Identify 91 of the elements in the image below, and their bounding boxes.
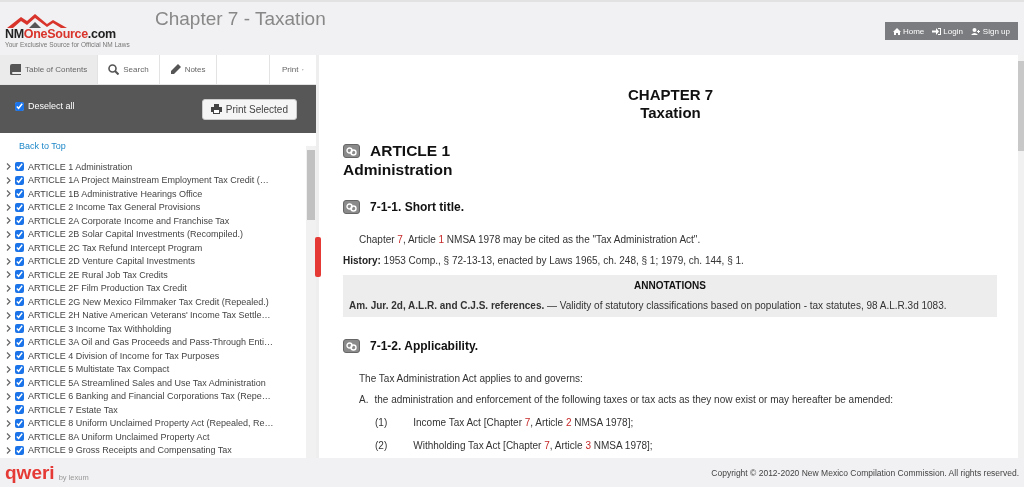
reference-link[interactable]: 7 bbox=[544, 440, 550, 451]
article-link[interactable]: ARTICLE 9 Gross Receipts and Compensating Tax bbox=[28, 445, 232, 456]
section-heading: 7-1-1. Short title. bbox=[370, 200, 464, 214]
select-all-checkbox[interactable] bbox=[15, 101, 24, 111]
article-link[interactable]: ARTICLE 2F Film Production Tax Credit bbox=[28, 283, 187, 294]
article-subtitle: Administration bbox=[343, 161, 454, 179]
chapter-title: Taxation bbox=[639, 104, 702, 122]
logo-wordmark[interactable]: NMOneSource.com bbox=[5, 27, 155, 41]
home-icon bbox=[892, 27, 901, 35]
article-checkbox[interactable] bbox=[15, 256, 24, 266]
page-title: Chapter 7 - Taxation bbox=[155, 7, 326, 30]
article-checkbox[interactable] bbox=[15, 405, 24, 415]
article-checkbox[interactable] bbox=[15, 175, 24, 185]
article-checkbox[interactable] bbox=[15, 189, 24, 199]
article-checkbox[interactable] bbox=[15, 216, 24, 226]
article-checkbox[interactable] bbox=[15, 229, 24, 239]
article-checkbox[interactable] bbox=[15, 243, 24, 253]
reference-link[interactable]: 7 bbox=[397, 234, 403, 245]
sidebar-tab[interactable]: Table of Contents bbox=[0, 55, 99, 84]
article-checkbox[interactable] bbox=[15, 337, 24, 347]
paragraph: Chapter 7, Article 1 NMSA 1978 may be cited as the "Tax Administration Act". bbox=[359, 234, 702, 245]
article-checkbox[interactable] bbox=[15, 202, 24, 212]
history-note: History: 1953 Comp., § 72-13-13, enacted by Laws 1965, ch. 248, § 1; 1979, ch. 144, § 1. bbox=[343, 255, 745, 266]
article-link[interactable]: ARTICLE 4 Division of Income for Tax Purposes bbox=[28, 350, 220, 361]
search-icon bbox=[108, 64, 120, 75]
link-icon[interactable] bbox=[343, 339, 360, 353]
list-marker: A. bbox=[359, 394, 369, 405]
list-item-text: Income Tax Act [Chapter 7, Article 2 NMSA 1978]; bbox=[413, 417, 634, 428]
qweri-logo[interactable]: qweri bbox=[5, 463, 55, 482]
article-link[interactable]: ARTICLE 2H Native American Veterans' Income Tax Settle… bbox=[28, 310, 271, 321]
article-link[interactable]: ARTICLE 8A Uniform Unclaimed Property Act bbox=[28, 431, 210, 442]
article-checkbox[interactable] bbox=[15, 324, 24, 334]
article-checkbox[interactable] bbox=[15, 283, 24, 293]
article-link[interactable]: ARTICLE 5 Multistate Tax Compact bbox=[28, 364, 170, 375]
section-heading: 7-1-2. Applicability. bbox=[370, 339, 479, 353]
print-selected-button[interactable]: Print Selected bbox=[201, 98, 297, 120]
paragraph: The Tax Administration Act applies to and governs: bbox=[359, 373, 584, 384]
list-item-text: Withholding Tax Act [Chapter 7, Article 3 NMSA 1978]; bbox=[413, 440, 653, 451]
add-user-icon bbox=[970, 27, 981, 35]
article-checkbox[interactable] bbox=[15, 364, 24, 374]
article-link[interactable]: ARTICLE 7 Estate Tax bbox=[28, 404, 118, 415]
article-link[interactable]: ARTICLE 2C Tax Refund Intercept Program bbox=[28, 242, 203, 253]
nav-link[interactable]: Sign up bbox=[970, 26, 1010, 36]
article-checkbox[interactable] bbox=[15, 351, 24, 361]
article-link[interactable]: ARTICLE 1 Administration bbox=[28, 161, 133, 172]
article-link[interactable]: ARTICLE 2A Corporate Income and Franchise Tax bbox=[28, 215, 230, 226]
link-icon[interactable] bbox=[343, 144, 360, 158]
article-link[interactable]: ARTICLE 3 Income Tax Withholding bbox=[28, 323, 172, 334]
list-marker: (2) bbox=[375, 440, 388, 451]
nav-link[interactable]: Login bbox=[932, 26, 963, 36]
article-link[interactable]: ARTICLE 5A Streamlined Sales and Use Tax Administration bbox=[28, 377, 266, 388]
article-link[interactable]: ARTICLE 2E Rural Job Tax Credits bbox=[28, 269, 168, 280]
book-icon bbox=[10, 64, 21, 75]
printer-icon bbox=[210, 104, 222, 114]
annotations-title: ANNOTATIONS bbox=[633, 280, 707, 291]
reference-link[interactable]: 2 bbox=[565, 417, 572, 428]
article-checkbox[interactable] bbox=[15, 432, 24, 442]
resize-handle[interactable] bbox=[315, 237, 321, 277]
article-link[interactable]: ARTICLE 1B Administrative Hearings Office bbox=[28, 188, 203, 199]
list-item-text: the administration and enforcement of the following taxes or tax acts as they now exist or may hereafter be amended: bbox=[374, 394, 894, 405]
article-link[interactable]: ARTICLE 2G New Mexico Filmmaker Tax Credit (Repealed.) bbox=[28, 296, 269, 307]
article-link[interactable]: ARTICLE 6 Banking and Financial Corporations Tax (Repe… bbox=[28, 391, 271, 402]
article-checkbox[interactable] bbox=[15, 270, 24, 280]
reference-link[interactable]: 3 bbox=[585, 440, 591, 451]
select-all-label: Deselect all bbox=[28, 101, 75, 111]
article-checkbox[interactable] bbox=[15, 445, 24, 455]
article-checkbox[interactable] bbox=[15, 162, 24, 172]
link-icon[interactable] bbox=[343, 200, 360, 214]
list-marker: (1) bbox=[375, 417, 388, 428]
copyright-text: Copyright © 2012-2020 New Mexico Compilation Commission. All rights reserved. bbox=[711, 467, 1019, 478]
article-link[interactable]: ARTICLE 2B Solar Capital Investments (Recompiled.) bbox=[28, 229, 243, 240]
article-checkbox[interactable] bbox=[15, 391, 24, 401]
back-to-top-link[interactable]: Back to Top bbox=[19, 141, 306, 151]
article-link[interactable]: ARTICLE 8 Uniform Unclaimed Property Act (Repealed, Re… bbox=[28, 418, 274, 429]
pencil-icon bbox=[169, 64, 181, 75]
article-checkbox[interactable] bbox=[15, 310, 24, 320]
mountain-logo-icon bbox=[7, 13, 67, 28]
article-heading: ARTICLE 1 bbox=[370, 142, 451, 160]
article-checkbox[interactable] bbox=[15, 418, 24, 428]
article-checkbox[interactable] bbox=[15, 378, 24, 388]
reference-link[interactable]: 1 bbox=[438, 234, 445, 245]
article-checkbox[interactable] bbox=[15, 297, 24, 307]
article-link[interactable]: ARTICLE 2 Income Tax General Provisions bbox=[28, 202, 201, 213]
login-icon bbox=[932, 27, 942, 35]
article-link[interactable]: ARTICLE 1A Project Mainstream Employment Tax Credit (… bbox=[28, 175, 269, 186]
chapter-number: CHAPTER 7 bbox=[627, 86, 714, 104]
nav-link[interactable]: Home bbox=[892, 26, 925, 36]
reference-link[interactable]: 7 bbox=[524, 417, 531, 428]
article-link[interactable]: ARTICLE 2D Venture Capital Investments bbox=[28, 256, 195, 267]
article-link[interactable]: ARTICLE 3A Oil and Gas Proceeds and Pass-Through Enti… bbox=[28, 337, 273, 348]
annotation-text: Am. Jur. 2d, A.L.R. and C.J.S. references. — Validity of statutory classifications based on population - tax statutes, 98 A.L.R.3d 1083. bbox=[349, 300, 948, 311]
